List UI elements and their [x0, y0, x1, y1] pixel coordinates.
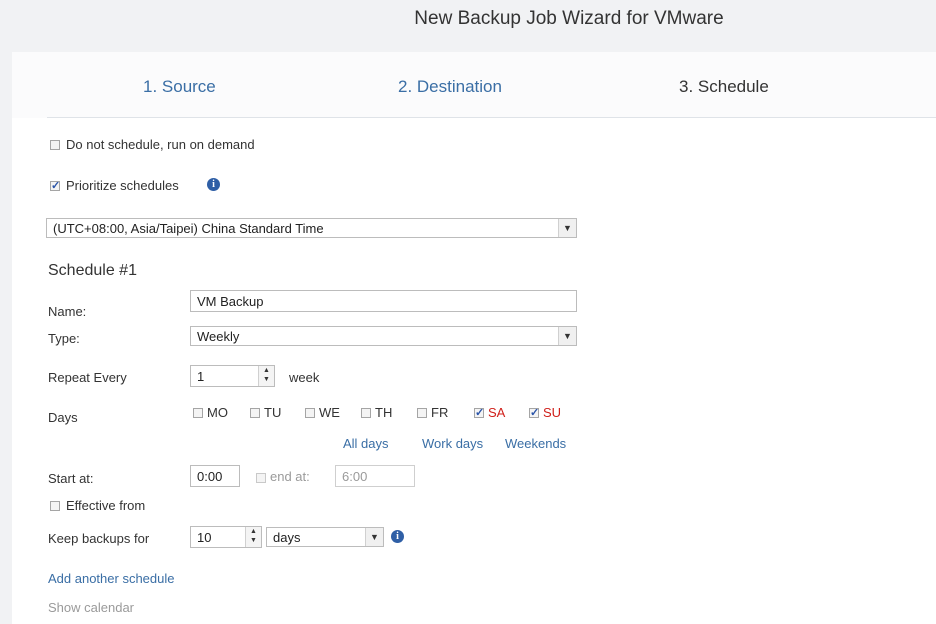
- info-icon[interactable]: i: [391, 530, 404, 543]
- chevron-down-icon: ▼: [365, 528, 383, 546]
- work-days-link[interactable]: Work days: [422, 436, 483, 451]
- step-destination[interactable]: 2. Destination: [398, 77, 502, 97]
- day-checkbox[interactable]: [529, 406, 539, 419]
- day-th[interactable]: TH: [361, 405, 392, 420]
- day-label: SA: [488, 405, 506, 420]
- day-su[interactable]: SU: [529, 405, 561, 420]
- keep-unit-value: days: [273, 530, 301, 545]
- start-time-input[interactable]: 0:00: [190, 465, 240, 487]
- show-calendar-link[interactable]: Show calendar: [48, 600, 134, 615]
- day-label: SU: [543, 405, 562, 420]
- keep-unit-select[interactable]: days ▼: [266, 527, 384, 547]
- wizard-title: New Backup Job Wizard for VMware: [414, 8, 724, 29]
- repeat-label: Repeat Every: [48, 370, 127, 385]
- effective-from-label: Effective from: [66, 498, 146, 513]
- left-sidebar-strip: [0, 0, 12, 624]
- day-checkbox[interactable]: [361, 408, 371, 418]
- day-sa[interactable]: SA: [474, 405, 505, 420]
- end-at-checkbox[interactable]: [256, 473, 266, 483]
- day-tu[interactable]: TU: [250, 405, 281, 420]
- chevron-down-icon: ▼: [558, 219, 576, 237]
- day-label: TH: [375, 405, 393, 420]
- all-days-link[interactable]: All days: [343, 436, 389, 451]
- start-at-label: Start at:: [48, 471, 94, 486]
- add-schedule-link[interactable]: Add another schedule: [48, 571, 174, 586]
- keep-value: 10: [197, 530, 212, 545]
- schedule-name-input[interactable]: VM Backup: [190, 290, 577, 312]
- day-checkbox[interactable]: [417, 408, 427, 418]
- day-checkbox[interactable]: [305, 408, 315, 418]
- day-label: TU: [264, 405, 282, 420]
- no-schedule-label: Do not schedule, run on demand: [66, 137, 255, 152]
- day-checkbox[interactable]: [193, 408, 203, 418]
- name-label: Name:: [48, 304, 87, 319]
- end-time-input[interactable]: 6:00: [335, 465, 415, 487]
- day-label: MO: [207, 405, 228, 420]
- day-label: FR: [431, 405, 449, 420]
- day-checkbox[interactable]: [474, 406, 484, 419]
- type-label: Type:: [48, 331, 80, 346]
- wizard-steps: 1. Source 2. Destination 3. Schedule: [12, 52, 936, 118]
- effective-from-checkbox[interactable]: [50, 501, 60, 511]
- stepper-arrows-icon[interactable]: ▲ ▼: [245, 527, 261, 547]
- keep-backups-stepper[interactable]: 10 ▲ ▼: [190, 526, 262, 548]
- chevron-down-icon: ▼: [558, 327, 576, 345]
- wizard-header: New Backup Job Wizard for VMware: [12, 0, 936, 52]
- keep-backups-label: Keep backups for: [48, 531, 150, 546]
- step-source[interactable]: 1. Source: [143, 77, 216, 97]
- timezone-select[interactable]: (UTC+08:00, Asia/Taipei) China Standard …: [46, 218, 577, 238]
- repeat-stepper[interactable]: 1 ▲ ▼: [190, 365, 275, 387]
- day-checkbox[interactable]: [250, 408, 260, 418]
- day-mo[interactable]: MO: [193, 405, 228, 420]
- prioritize-schedules-label: Prioritize schedules: [66, 178, 179, 193]
- timezone-value: (UTC+08:00, Asia/Taipei) China Standard …: [53, 221, 324, 236]
- day-fr[interactable]: FR: [417, 405, 448, 420]
- end-at-label: end at:: [270, 469, 310, 484]
- prioritize-schedules-checkbox[interactable]: [50, 179, 60, 192]
- days-label: Days: [48, 410, 78, 425]
- step-schedule[interactable]: 3. Schedule: [679, 77, 769, 97]
- info-icon[interactable]: i: [207, 178, 220, 191]
- repeat-unit: week: [289, 370, 320, 385]
- stepper-arrows-icon[interactable]: ▲ ▼: [258, 366, 274, 386]
- type-value: Weekly: [197, 329, 240, 344]
- type-select[interactable]: Weekly ▼: [190, 326, 577, 346]
- schedule-heading: Schedule #1: [48, 262, 137, 279]
- day-label: WE: [319, 405, 340, 420]
- weekends-link[interactable]: Weekends: [505, 436, 566, 451]
- no-schedule-checkbox[interactable]: [50, 140, 60, 150]
- day-we[interactable]: WE: [305, 405, 340, 420]
- repeat-value: 1: [197, 369, 205, 384]
- steps-divider: [47, 117, 936, 118]
